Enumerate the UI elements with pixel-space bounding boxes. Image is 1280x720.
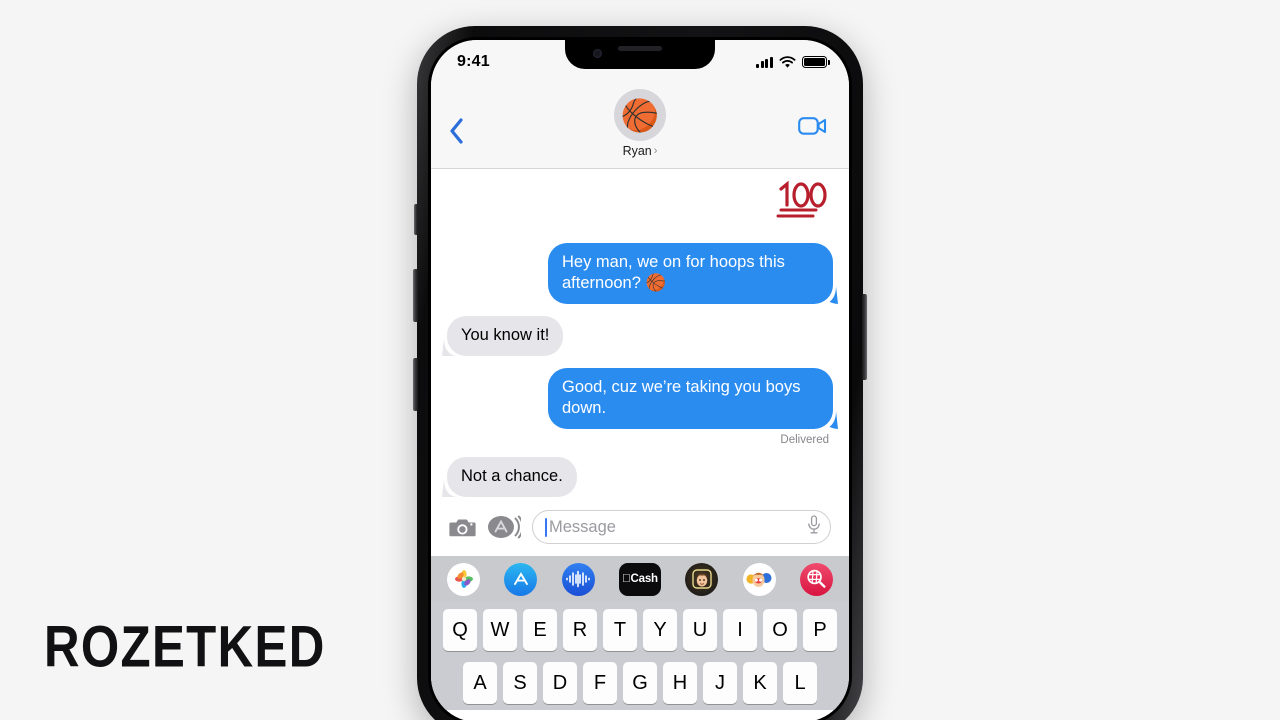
display-notch (565, 40, 715, 69)
battery-full-icon (802, 56, 830, 68)
imessage-app-drawer[interactable]: Cash (431, 556, 849, 602)
music-app-icon[interactable] (561, 562, 595, 596)
device-bezel: 9:41 🏀 Ryan › Hey man, we on for hoops t… (428, 37, 852, 720)
key-u[interactable]: U (683, 609, 717, 651)
key-e[interactable]: E (523, 609, 557, 651)
status-bar-time: 9:41 (457, 53, 490, 70)
memoji-stickers-app-icon[interactable] (742, 562, 776, 596)
video-camera-icon[interactable] (798, 96, 827, 141)
volume-down-button[interactable] (413, 358, 418, 411)
images-search-app-icon[interactable] (799, 562, 833, 596)
message-list[interactable]: Hey man, we on for hoops this afternoon?… (431, 169, 849, 502)
photos-app-icon[interactable] (447, 562, 480, 596)
key-r[interactable]: R (563, 609, 597, 651)
key-d[interactable]: D (543, 662, 577, 704)
key-i[interactable]: I (723, 609, 757, 651)
message-row: You know it! (447, 316, 833, 356)
app-store-icon[interactable] (487, 515, 521, 539)
message-input-bar: Message (431, 502, 849, 556)
message-row: Not a chance. (447, 457, 833, 497)
device-screen: 9:41 🏀 Ryan › Hey man, we on for hoops t… (431, 40, 849, 720)
message-bubble-emoji[interactable] (771, 177, 833, 231)
memoji-app-icon[interactable] (685, 562, 719, 596)
message-input-field[interactable]: Message (532, 510, 831, 544)
key-g[interactable]: G (623, 662, 657, 704)
key-j[interactable]: J (703, 662, 737, 704)
message-bubble-incoming[interactable]: Not a chance. (447, 457, 577, 497)
key-p[interactable]: P (803, 609, 837, 651)
microphone-icon[interactable] (807, 515, 821, 539)
message-row: Good, cuz we’re taking you boys down. (447, 368, 833, 429)
key-s[interactable]: S (503, 662, 537, 704)
earpiece-speaker-icon (618, 46, 662, 51)
iphone-device-frame: 9:41 🏀 Ryan › Hey man, we on for hoops t… (413, 26, 867, 720)
key-f[interactable]: F (583, 662, 617, 704)
onscreen-keyboard[interactable]: Q W E R T Y U I O P A S D F G H J K L (431, 602, 849, 710)
message-bubble-outgoing[interactable]: Good, cuz we’re taking you boys down. (548, 368, 833, 429)
status-bar-indicators (756, 55, 830, 69)
contact-header[interactable]: 🏀 Ryan › (614, 89, 666, 158)
camera-icon[interactable] (449, 516, 476, 538)
keyboard-row-2: A S D F G H J K L (434, 662, 846, 704)
conversation-nav-bar: 🏀 Ryan › (431, 84, 849, 169)
volume-up-button[interactable] (413, 269, 418, 322)
avatar[interactable]: 🏀 (614, 89, 666, 141)
basketball-avatar-emoji: 🏀 (620, 97, 660, 133)
keyboard-row-1: Q W E R T Y U I O P (434, 609, 846, 651)
key-l[interactable]: L (783, 662, 817, 704)
key-o[interactable]: O (763, 609, 797, 651)
key-k[interactable]: K (743, 662, 777, 704)
contact-name-label: Ryan (622, 144, 652, 158)
key-a[interactable]: A (463, 662, 497, 704)
cellular-bars-icon (756, 56, 773, 68)
message-row (447, 177, 833, 231)
key-h[interactable]: H (663, 662, 697, 704)
contact-name-row[interactable]: Ryan › (623, 144, 658, 158)
key-y[interactable]: Y (643, 609, 677, 651)
hundred-points-emoji (776, 180, 827, 218)
power-button[interactable] (862, 294, 867, 380)
message-row: Hey man, we on for hoops this afternoon?… (447, 243, 833, 304)
back-chevron-icon[interactable] (449, 96, 464, 149)
key-q[interactable]: Q (443, 609, 477, 651)
rozetked-watermark: ROZETKED (44, 613, 326, 680)
mute-switch-button[interactable] (414, 204, 418, 235)
message-bubble-outgoing[interactable]: Hey man, we on for hoops this afternoon?… (548, 243, 833, 304)
message-input-placeholder: Message (549, 517, 616, 536)
key-t[interactable]: T (603, 609, 637, 651)
text-cursor (545, 517, 547, 537)
key-w[interactable]: W (483, 609, 517, 651)
wifi-icon (779, 55, 796, 68)
screenshot-root: ROZETKED 9:41 🏀 Ryan › Hey man, we on fo… (0, 0, 1280, 720)
front-camera-icon (593, 49, 602, 58)
app-store-app-icon[interactable] (504, 562, 538, 596)
delivered-status-label: Delivered (780, 434, 829, 446)
message-bubble-incoming[interactable]: You know it! (447, 316, 564, 356)
apple-cash-app-icon[interactable]: Cash (618, 562, 661, 596)
chevron-right-icon: › (653, 145, 658, 157)
